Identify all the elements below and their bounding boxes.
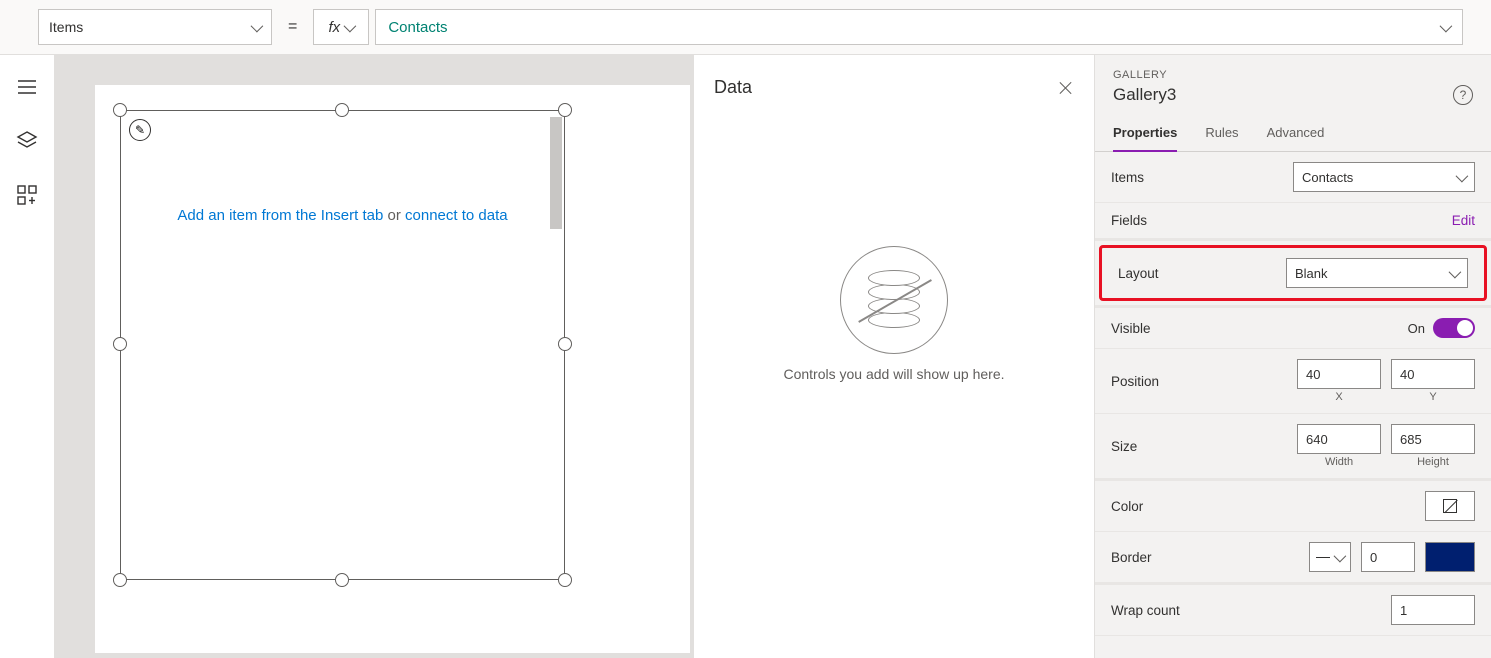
chevron-down-icon bbox=[1454, 171, 1466, 183]
gallery-control[interactable]: ✎ Add an item from the Insert tab or con… bbox=[120, 110, 565, 580]
resize-handle[interactable] bbox=[558, 573, 572, 587]
prop-label-position: Position bbox=[1111, 374, 1159, 389]
chevron-down-icon bbox=[1447, 267, 1459, 279]
layout-dropdown[interactable]: Blank bbox=[1286, 258, 1468, 288]
data-empty-text: Controls you add will show up here. bbox=[783, 366, 1004, 382]
formula-bar: Items = fx Contacts bbox=[0, 0, 1491, 55]
formula-text: Contacts bbox=[388, 19, 447, 36]
chevron-down-icon bbox=[1438, 21, 1450, 33]
prop-label-border: Border bbox=[1111, 550, 1152, 565]
prop-row-wrapcount: Wrap count bbox=[1095, 585, 1491, 636]
tab-advanced[interactable]: Advanced bbox=[1267, 119, 1325, 151]
chevron-down-icon bbox=[342, 21, 354, 33]
prop-row-items: Items Contacts bbox=[1095, 152, 1491, 203]
items-dropdown[interactable]: Contacts bbox=[1293, 162, 1475, 192]
data-panel-title: Data bbox=[714, 77, 752, 98]
tab-rules[interactable]: Rules bbox=[1205, 119, 1238, 151]
layout-value: Blank bbox=[1295, 266, 1328, 281]
prop-label-color: Color bbox=[1111, 499, 1143, 514]
prop-row-fields: Fields Edit bbox=[1095, 203, 1491, 241]
visible-toggle-wrap: On bbox=[1408, 318, 1475, 338]
size-height-input[interactable] bbox=[1391, 424, 1475, 454]
chevron-down-icon bbox=[249, 21, 261, 33]
prop-label-fields: Fields bbox=[1111, 213, 1147, 228]
prop-label-visible: Visible bbox=[1111, 321, 1151, 336]
page-frame: ✎ Add an item from the Insert tab or con… bbox=[95, 85, 690, 653]
chevron-down-icon bbox=[1332, 551, 1344, 563]
wrapcount-input[interactable] bbox=[1391, 595, 1475, 625]
sublabel-height: Height bbox=[1417, 456, 1449, 468]
properties-tabs: Properties Rules Advanced bbox=[1095, 113, 1491, 152]
property-selector-label: Items bbox=[49, 19, 83, 35]
fx-button[interactable]: fx bbox=[313, 9, 369, 45]
prop-label-size: Size bbox=[1111, 439, 1137, 454]
prop-row-position: Position X Y bbox=[1095, 349, 1491, 414]
sublabel-width: Width bbox=[1325, 456, 1353, 468]
resize-handle[interactable] bbox=[335, 573, 349, 587]
border-style-dropdown[interactable] bbox=[1309, 542, 1351, 572]
prop-row-visible: Visible On bbox=[1095, 305, 1491, 349]
visible-state: On bbox=[1408, 321, 1425, 336]
left-rail bbox=[0, 55, 55, 658]
help-icon[interactable]: ? bbox=[1453, 85, 1473, 105]
fx-label: fx bbox=[329, 19, 341, 36]
prop-row-border: Border bbox=[1095, 532, 1491, 585]
position-y-input[interactable] bbox=[1391, 359, 1475, 389]
insert-icon[interactable] bbox=[15, 183, 39, 207]
resize-handle[interactable] bbox=[335, 103, 349, 117]
resize-handle[interactable] bbox=[113, 337, 127, 351]
resize-handle[interactable] bbox=[113, 573, 127, 587]
layout-highlight: Layout Blank bbox=[1099, 245, 1487, 301]
prop-label-items: Items bbox=[1111, 170, 1144, 185]
data-empty-state: Controls you add will show up here. bbox=[694, 116, 1094, 658]
connect-data-link[interactable]: connect to data bbox=[405, 207, 508, 224]
equals-label: = bbox=[278, 18, 307, 36]
items-value: Contacts bbox=[1302, 170, 1353, 185]
hint-separator: or bbox=[388, 207, 406, 224]
data-panel-header: Data bbox=[694, 55, 1094, 116]
border-line-icon bbox=[1316, 557, 1330, 558]
fields-edit-link[interactable]: Edit bbox=[1452, 213, 1475, 228]
size-width-input[interactable] bbox=[1297, 424, 1381, 454]
prop-label-layout: Layout bbox=[1118, 266, 1159, 281]
sublabel-x: X bbox=[1335, 391, 1342, 403]
position-x-input[interactable] bbox=[1297, 359, 1381, 389]
edit-pencil-icon[interactable]: ✎ bbox=[129, 119, 151, 141]
properties-panel: GALLERY Gallery3 ? Properties Rules Adva… bbox=[1094, 55, 1491, 658]
sublabel-y: Y bbox=[1429, 391, 1436, 403]
resize-handle[interactable] bbox=[558, 103, 572, 117]
properties-rows: Items Contacts Fields Edit Layout Blank … bbox=[1095, 152, 1491, 636]
border-color-picker[interactable] bbox=[1425, 542, 1475, 572]
nofill-icon bbox=[1443, 499, 1457, 513]
property-selector[interactable]: Items bbox=[38, 9, 272, 45]
gallery-hint: Add an item from the Insert tab or conne… bbox=[121, 207, 564, 224]
resize-handle[interactable] bbox=[113, 103, 127, 117]
prop-row-layout: Layout Blank bbox=[1102, 248, 1484, 298]
properties-header: GALLERY Gallery3 ? bbox=[1095, 55, 1491, 113]
control-category: GALLERY bbox=[1113, 69, 1473, 81]
control-name: Gallery3 bbox=[1113, 85, 1473, 105]
tab-properties[interactable]: Properties bbox=[1113, 119, 1177, 152]
close-icon[interactable] bbox=[1058, 80, 1074, 96]
resize-handle[interactable] bbox=[558, 337, 572, 351]
data-empty-icon bbox=[840, 246, 948, 354]
prop-row-size: Size Width Height bbox=[1095, 414, 1491, 481]
formula-input[interactable]: Contacts bbox=[375, 9, 1463, 45]
visible-toggle[interactable] bbox=[1433, 318, 1475, 338]
insert-tab-link[interactable]: Add an item from the Insert tab bbox=[177, 207, 387, 224]
hamburger-icon[interactable] bbox=[15, 75, 39, 99]
prop-row-color: Color bbox=[1095, 481, 1491, 532]
border-width-input[interactable] bbox=[1361, 542, 1415, 572]
data-panel: Data Controls you add will show up here. bbox=[693, 55, 1094, 658]
prop-label-wrapcount: Wrap count bbox=[1111, 603, 1180, 618]
color-picker[interactable] bbox=[1425, 491, 1475, 521]
tree-view-icon[interactable] bbox=[15, 129, 39, 153]
